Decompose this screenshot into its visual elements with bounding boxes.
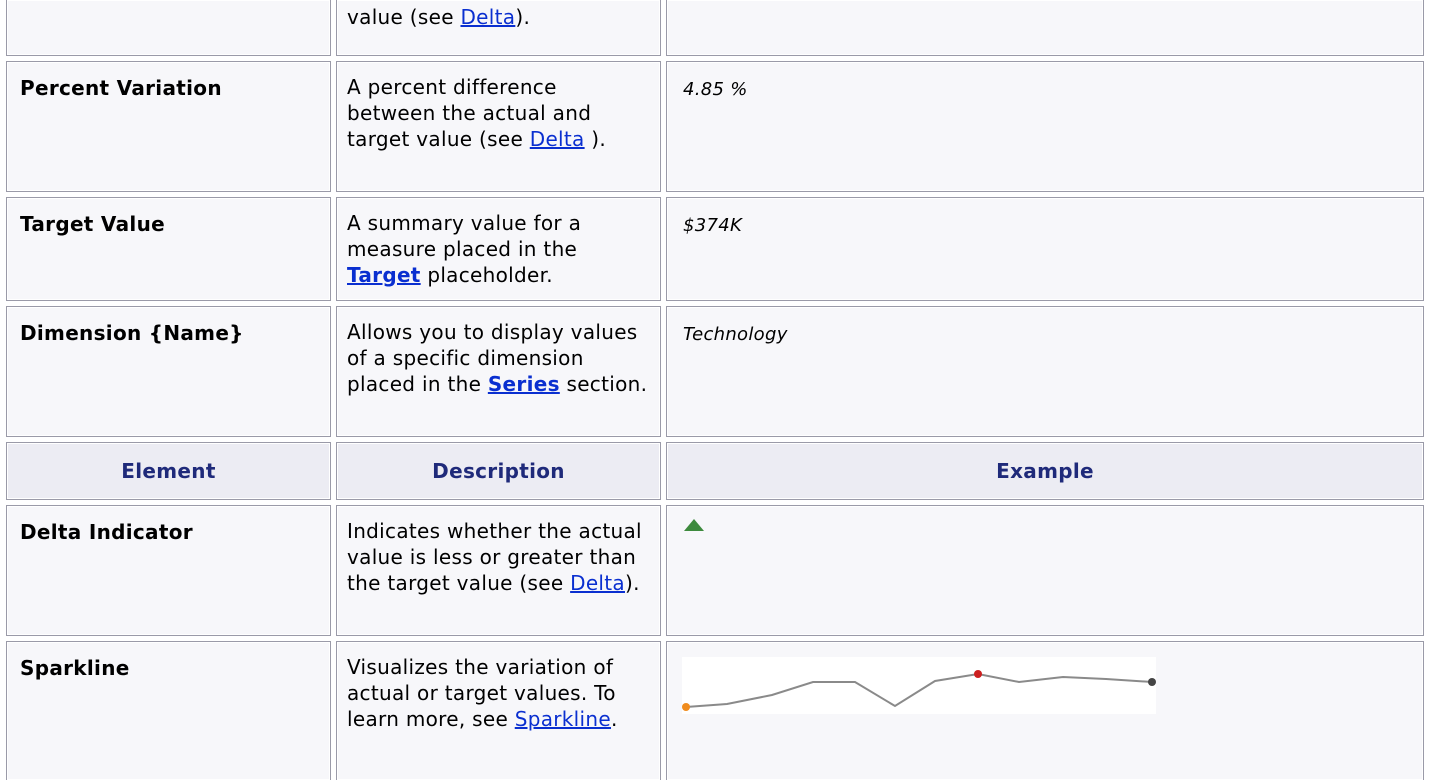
header-example: Example xyxy=(996,459,1094,483)
link-delta[interactable]: Delta xyxy=(530,127,585,151)
row-2-description: A summary value for a measure placed in … xyxy=(347,211,582,287)
row-3-element: Dimension {Name} xyxy=(20,321,244,345)
header-description-cell: Description xyxy=(336,442,661,500)
row-3-description-cell: Allows you to display values of a specif… xyxy=(336,306,661,437)
row-sparkline-description-cell: Visualizes the variation of actual or ta… xyxy=(336,641,661,780)
row-1-element-cell: Percent Variation xyxy=(6,61,331,192)
row-1-element: Percent Variation xyxy=(20,76,222,100)
link-delta[interactable]: Delta xyxy=(570,571,625,595)
row-1-description: A percent difference between the actual … xyxy=(347,75,607,151)
header-element: Element xyxy=(121,459,216,483)
header-example-cell: Example xyxy=(666,442,1424,500)
row-2-example-cell: $374K xyxy=(666,197,1424,301)
row-2-element-cell: Target Value xyxy=(6,197,331,301)
link-delta[interactable]: Delta xyxy=(460,5,515,29)
sparkline-line xyxy=(685,672,1153,708)
row-1-description-cell: A percent difference between the actual … xyxy=(336,61,661,192)
row-2-description-cell: A summary value for a measure placed in … xyxy=(336,197,661,301)
row-sparkline-description: Visualizes the variation of actual or ta… xyxy=(347,655,618,731)
header-description: Description xyxy=(432,459,565,483)
delta-up-triangle-icon xyxy=(684,519,704,531)
row-delta-indicator-example-cell xyxy=(666,505,1424,636)
link-sparkline[interactable]: Sparkline xyxy=(515,707,611,731)
row-delta-indicator-description-cell: Indicates whether the actual value is le… xyxy=(336,505,661,636)
row-3-example: Technology xyxy=(683,324,788,345)
row-delta-indicator-element-cell: Delta Indicator xyxy=(6,505,331,636)
row-delta-indicator-description: Indicates whether the actual value is le… xyxy=(347,519,642,595)
row-delta-indicator-element: Delta Indicator xyxy=(20,520,193,544)
row-1-example-cell: 4.85 % xyxy=(666,61,1424,192)
row-sparkline-element-cell: Sparkline xyxy=(6,641,331,780)
link-target[interactable]: Target xyxy=(347,263,421,287)
row-sparkline-element: Sparkline xyxy=(20,656,130,680)
row-sparkline-example-cell xyxy=(666,641,1424,780)
row-3-element-cell: Dimension {Name} xyxy=(6,306,331,437)
link-series[interactable]: Series xyxy=(488,372,560,396)
row-0-description-cell: value (see Delta). xyxy=(336,0,661,56)
row-3-description: Allows you to display values of a specif… xyxy=(347,320,648,396)
row-2-element: Target Value xyxy=(20,212,165,236)
row-0-element-cell xyxy=(6,0,331,56)
row-0-description: value (see Delta). xyxy=(347,5,531,29)
row-2-example: $374K xyxy=(683,215,743,236)
row-3-example-cell: Technology xyxy=(666,306,1424,437)
elements-table: value (see Delta). Percent Variation A p… xyxy=(0,0,1432,780)
sparkline-max-point xyxy=(974,670,982,678)
sparkline-start-point xyxy=(682,703,690,711)
row-0-example-cell xyxy=(666,0,1424,56)
header-element-cell: Element xyxy=(6,442,331,500)
sparkline-chart xyxy=(682,657,1156,714)
row-1-example: 4.85 % xyxy=(683,79,748,100)
sparkline-end-point xyxy=(1148,678,1156,686)
